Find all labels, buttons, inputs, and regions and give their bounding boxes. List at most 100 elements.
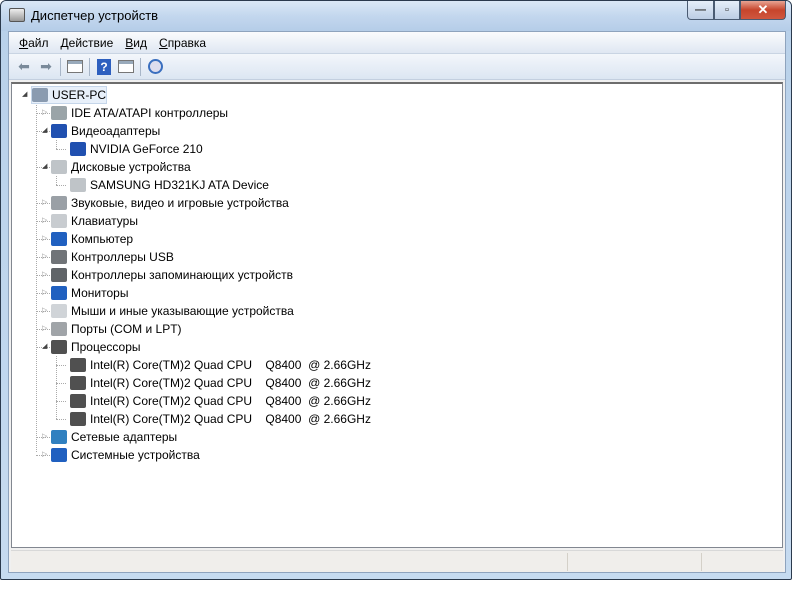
processor-icon	[51, 340, 67, 354]
tree-item-label: Видеоадаптеры	[71, 124, 161, 138]
expand-arrow-icon[interactable]: ▷	[42, 433, 50, 441]
menu-file-label: айл	[28, 35, 49, 50]
expand-arrow-icon[interactable]: ▷	[42, 289, 50, 297]
properties-icon	[118, 60, 134, 73]
tree-item[interactable]: Intel(R) Core(TM)2 Quad CPU Q8400 @ 2.66…	[70, 356, 371, 374]
mouse-icon	[51, 304, 67, 318]
tree-item-label: Контроллеры запоминающих устройств	[71, 268, 293, 282]
tree-item[interactable]: IDE ATA/ATAPI контроллеры	[51, 104, 228, 122]
tree-item[interactable]: Intel(R) Core(TM)2 Quad CPU Q8400 @ 2.66…	[70, 392, 371, 410]
toolbar: ⬅ ➡ ?	[9, 54, 785, 80]
status-pane-divider	[567, 553, 568, 571]
tree-item[interactable]: Контроллеры USB	[51, 248, 174, 266]
collapse-arrow-icon[interactable]: ◢	[42, 127, 50, 135]
tree-item[interactable]: Звуковые, видео и игровые устройства	[51, 194, 289, 212]
tree-guide-line	[56, 401, 66, 402]
tree-item-label: Порты (COM и LPT)	[71, 322, 182, 336]
window-title: Диспетчер устройств	[31, 8, 159, 23]
collapse-arrow-icon[interactable]: ◢	[42, 343, 50, 351]
scan-hardware-button[interactable]	[144, 57, 166, 77]
tree-item-label: Компьютер	[71, 232, 134, 246]
tree-item[interactable]: Системные устройства	[51, 446, 200, 464]
title-bar[interactable]: Диспетчер устройств — ▫ ✕	[1, 1, 791, 31]
port-icon	[51, 322, 67, 336]
tree-item-label: Звуковые, видео и игровые устройства	[71, 196, 289, 210]
tree-guide-line	[56, 356, 57, 419]
tree-item[interactable]: Сетевые адаптеры	[51, 428, 177, 446]
computer-icon	[32, 88, 48, 102]
expand-arrow-icon[interactable]: ▷	[42, 199, 50, 207]
device-tree[interactable]: ◢ USER-PC ▷ IDE ATA/ATAPI контроллеры ◢ Видео…	[11, 82, 783, 548]
expand-arrow-icon[interactable]: ▷	[42, 451, 50, 459]
processor-icon	[70, 394, 86, 408]
tree-item-label: USER-PC	[52, 88, 107, 102]
tree-item[interactable]: Видеоадаптеры	[51, 122, 160, 140]
menu-help-accel: С	[159, 35, 168, 50]
expand-arrow-icon[interactable]: ▷	[42, 253, 50, 261]
menu-file-accel: Ф	[19, 35, 29, 50]
tree-item[interactable]: Контроллеры запоминающих устройств	[51, 266, 293, 284]
device-manager-window: Диспетчер устройств — ▫ ✕ Файл Действие …	[0, 0, 792, 580]
expand-arrow-icon[interactable]: ▷	[42, 325, 50, 333]
tree-item-label: NVIDIA GeForce 210	[90, 142, 203, 156]
expand-arrow-icon[interactable]: ▷	[42, 217, 50, 225]
toolbar-separator	[89, 57, 90, 76]
tree-item[interactable]: Intel(R) Core(TM)2 Quad CPU Q8400 @ 2.66…	[70, 410, 371, 428]
maximize-button[interactable]: ▫	[714, 1, 740, 20]
tree-item-label: Дисковые устройства	[71, 160, 191, 174]
keyboard-icon	[51, 214, 67, 228]
processor-icon	[70, 358, 86, 372]
tree-guide-line	[56, 176, 57, 185]
menu-view[interactable]: Вид	[119, 36, 153, 50]
minimize-button[interactable]: —	[687, 1, 714, 20]
menu-help[interactable]: Справка	[153, 36, 212, 50]
display-adapter-icon	[51, 124, 67, 138]
tree-item-label: Intel(R) Core(TM)2 Quad CPU Q8400 @ 2.66…	[90, 394, 371, 408]
expand-arrow-icon[interactable]: ▷	[42, 235, 50, 243]
collapse-arrow-icon[interactable]: ◢	[42, 163, 50, 171]
menu-action[interactable]: Действие	[55, 36, 120, 50]
expand-arrow-icon[interactable]: ▷	[42, 307, 50, 315]
tree-item[interactable]: Мониторы	[51, 284, 128, 302]
toolbar-separator	[140, 57, 141, 76]
collapse-arrow-icon[interactable]: ◢	[22, 91, 30, 99]
tree-item[interactable]: Порты (COM и LPT)	[51, 320, 182, 338]
tree-item-label: Процессоры	[71, 340, 141, 354]
properties-button[interactable]	[115, 57, 137, 77]
network-adapter-icon	[51, 430, 67, 444]
tree-item[interactable]: USER-PC	[31, 86, 108, 104]
tree-item[interactable]: Мыши и иные указывающие устройства	[51, 302, 294, 320]
tree-item[interactable]: NVIDIA GeForce 210	[70, 140, 203, 158]
tree-item-label: IDE ATA/ATAPI контроллеры	[71, 106, 229, 120]
speaker-icon	[51, 196, 67, 210]
tree-guide-line	[56, 140, 57, 149]
tree-item[interactable]: SAMSUNG HD321KJ ATA Device	[70, 176, 269, 194]
menu-view-label: ид	[133, 35, 148, 50]
tree-item-label: Intel(R) Core(TM)2 Quad CPU Q8400 @ 2.66…	[90, 412, 371, 426]
back-button[interactable]: ⬅	[13, 57, 35, 77]
tree-item[interactable]: Компьютер	[51, 230, 133, 248]
help-button[interactable]: ?	[93, 57, 115, 77]
tree-guide-line	[56, 185, 66, 186]
tree-item[interactable]: Клавиатуры	[51, 212, 138, 230]
forward-button[interactable]: ➡	[35, 57, 57, 77]
tree-item[interactable]: Процессоры	[51, 338, 141, 356]
tree-item[interactable]: Дисковые устройства	[51, 158, 191, 176]
processor-icon	[70, 376, 86, 390]
tree-guide-line	[56, 149, 66, 150]
tree-item[interactable]: Intel(R) Core(TM)2 Quad CPU Q8400 @ 2.66…	[70, 374, 371, 392]
menu-help-label: правка	[167, 35, 207, 50]
tree-item-label: Intel(R) Core(TM)2 Quad CPU Q8400 @ 2.66…	[90, 358, 371, 372]
tree-item-label: Intel(R) Core(TM)2 Quad CPU Q8400 @ 2.66…	[90, 376, 371, 390]
monitor-icon	[51, 286, 67, 300]
expand-arrow-icon[interactable]: ▷	[42, 271, 50, 279]
tree-guide-line	[56, 383, 66, 384]
computer-icon	[51, 232, 67, 246]
console-tree-button[interactable]	[64, 57, 86, 77]
menu-file[interactable]: Файл	[13, 36, 55, 50]
disk-drive-icon	[51, 160, 67, 174]
expand-arrow-icon[interactable]: ▷	[42, 109, 50, 117]
close-button[interactable]: ✕	[740, 1, 786, 20]
tree-guide-line	[56, 419, 66, 420]
scan-hardware-icon	[147, 59, 163, 74]
